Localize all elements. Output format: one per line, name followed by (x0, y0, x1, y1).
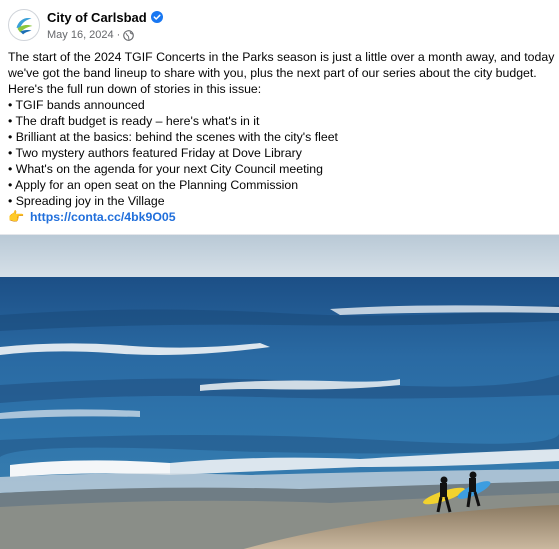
list-item: • Brilliant at the basics: behind the sc… (8, 130, 338, 144)
meta-separator: · (116, 29, 121, 41)
page-name-link[interactable]: City of Carlsbad (47, 10, 147, 25)
newsletter-link[interactable]: https://conta.cc/4bk9O05 (30, 209, 176, 225)
post-body: The start of the 2024 TGIF Concerts in t… (8, 49, 556, 225)
ocean-beach-surfers-photo (0, 235, 559, 549)
link-row: 👉 https://conta.cc/4bk9O05 (8, 209, 556, 225)
list-item: • TGIF bands announced (8, 98, 145, 112)
facebook-post: City of Carlsbad May 16, 2024 · The star… (0, 0, 559, 549)
list-item: • Apply for an open seat on the Planning… (8, 178, 299, 192)
list-item: • Two mystery authors featured Friday at… (8, 146, 302, 160)
list-item: • The draft budget is ready – here's wha… (8, 114, 260, 128)
intro-line: Here's the full run down of stories in t… (8, 82, 262, 96)
post-meta: City of Carlsbad May 16, 2024 · (47, 8, 163, 42)
post-header: City of Carlsbad May 16, 2024 · (8, 8, 163, 42)
globe-icon (123, 29, 135, 41)
intro-line: we've got the band lineup to share with … (8, 66, 537, 80)
avatar[interactable] (8, 9, 40, 41)
post-timestamp[interactable]: May 16, 2024 (47, 29, 114, 41)
list-item: • What's on the agenda for your next Cit… (8, 162, 323, 176)
list-item: • Spreading joy in the Village (8, 194, 165, 208)
city-logo-icon (9, 10, 39, 40)
post-photo[interactable] (0, 234, 559, 549)
pointing-hand-icon: 👉 (8, 209, 25, 224)
verified-badge-icon (150, 11, 163, 23)
story-list: • TGIF bands announced • The draft budge… (8, 97, 556, 209)
intro-line: The start of the 2024 TGIF Concerts in t… (8, 50, 555, 64)
